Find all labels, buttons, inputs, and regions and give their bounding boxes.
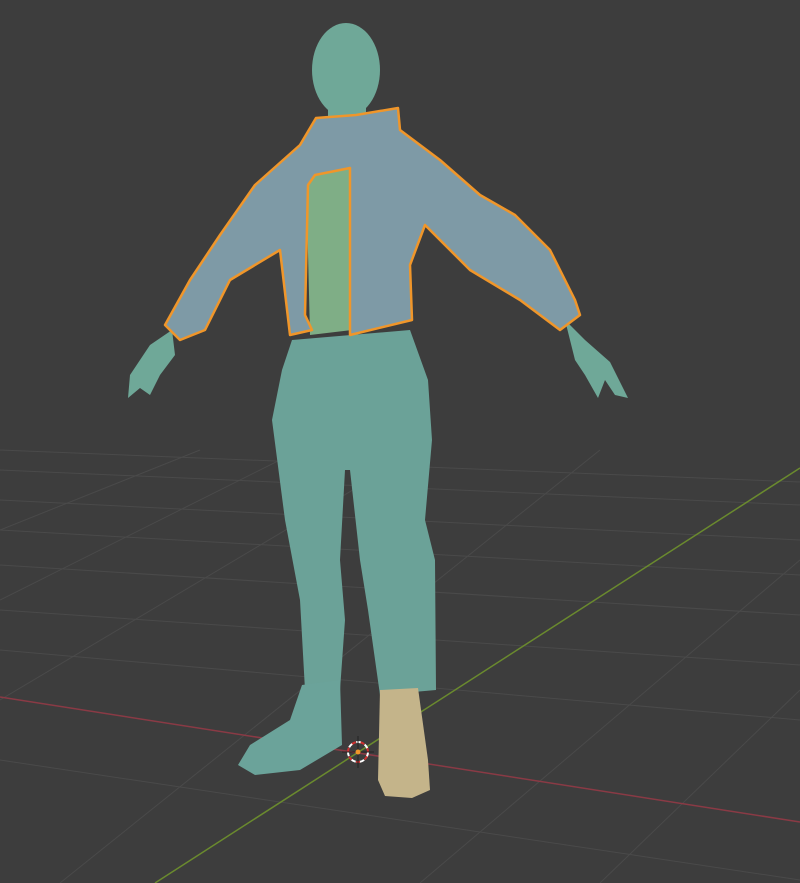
- left-hand[interactable]: [128, 330, 175, 398]
- 3d-cursor-icon[interactable]: [342, 736, 374, 768]
- right-boot[interactable]: [378, 688, 430, 798]
- y-axis-line: [154, 467, 800, 883]
- right-hand[interactable]: [565, 320, 628, 398]
- 3d-viewport[interactable]: [0, 0, 800, 883]
- shirt[interactable]: [306, 165, 352, 335]
- viewport-canvas[interactable]: [0, 0, 800, 883]
- pants[interactable]: [272, 330, 436, 695]
- jacket[interactable]: [163, 106, 582, 342]
